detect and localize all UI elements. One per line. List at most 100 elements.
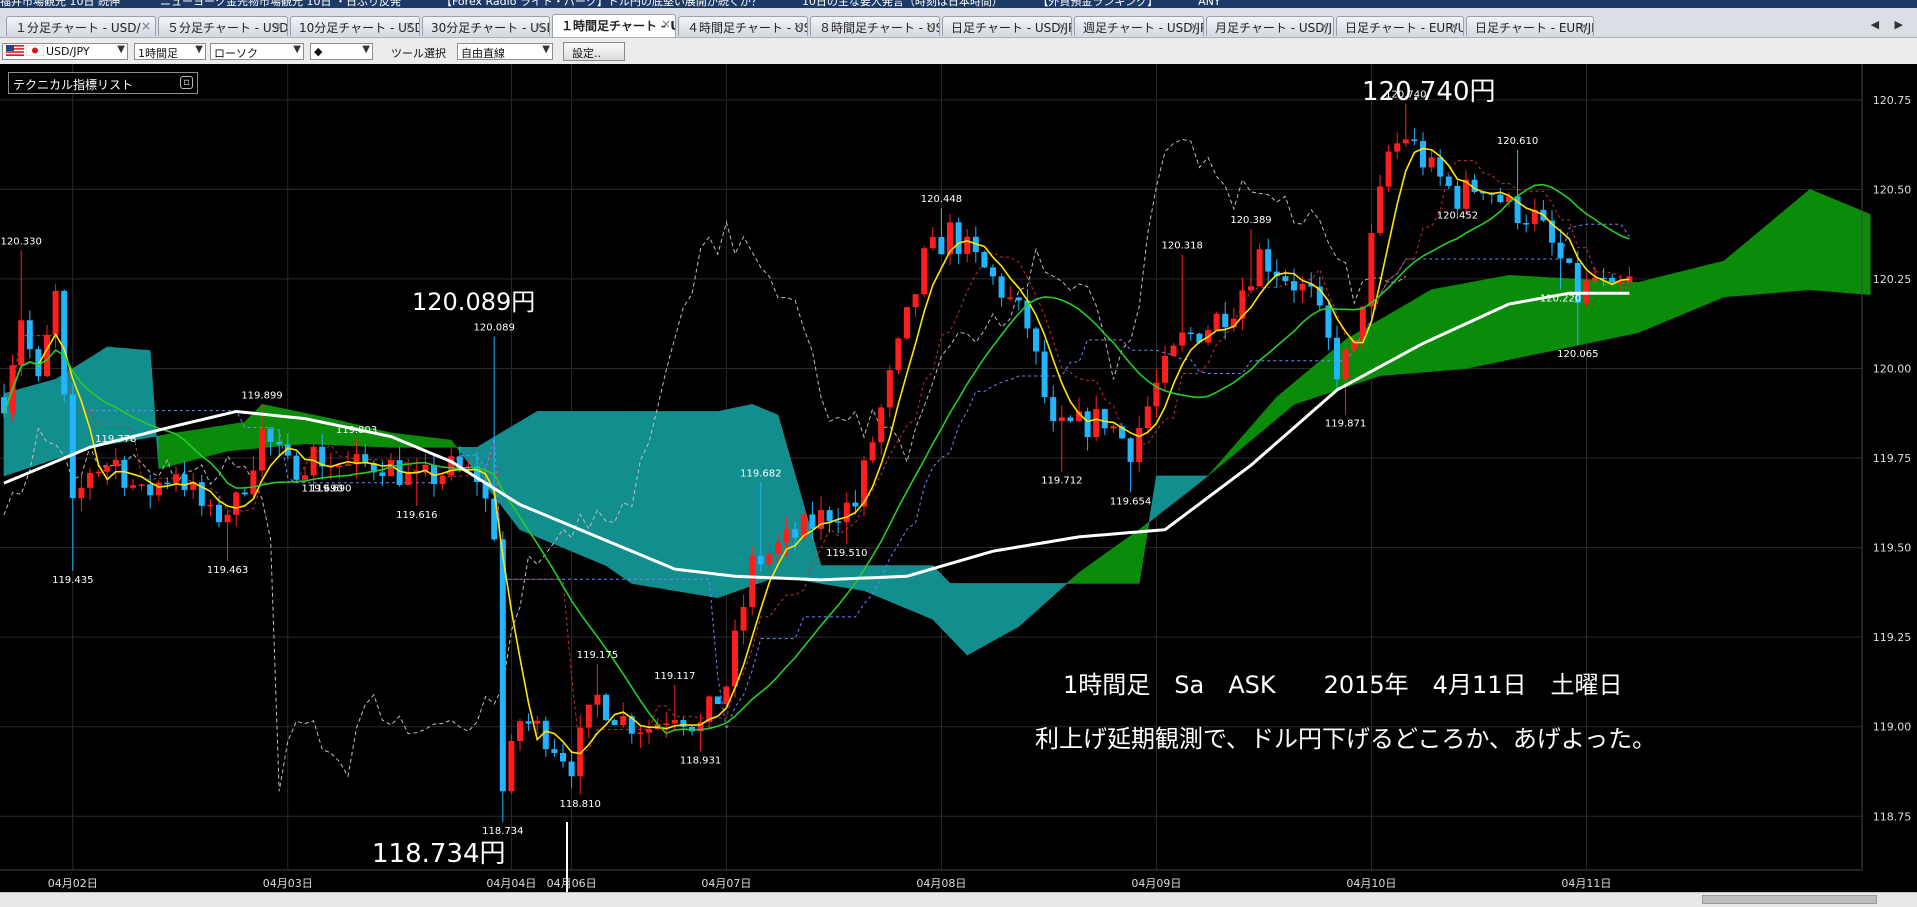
ichimoku-cloud-segment bbox=[1121, 535, 1131, 584]
ichimoku-cloud-segment bbox=[872, 565, 882, 599]
ichimoku-cloud-segment bbox=[1723, 253, 1733, 298]
settings-button[interactable]: 設定.. bbox=[563, 42, 625, 61]
close-icon[interactable]: × bbox=[661, 17, 671, 31]
chevron-down-icon: ▼ bbox=[117, 44, 125, 55]
moving-average-mid bbox=[3, 183, 1630, 735]
time-axis-tick-label: 04月09日 bbox=[1131, 877, 1181, 890]
candle-body bbox=[990, 267, 996, 277]
price-chart[interactable]: 120.330 119.435 119.778 119.463 119.899 119.6… bbox=[0, 64, 1917, 893]
ichimoku-cloud-segment bbox=[1826, 196, 1837, 293]
chart-tab[interactable]: １時間足チャート - US × bbox=[552, 14, 676, 37]
close-icon[interactable]: × bbox=[1449, 19, 1459, 33]
candle-body bbox=[525, 721, 532, 724]
ichimoku-cloud-segment bbox=[863, 565, 873, 595]
ichimoku-cloud-segment bbox=[115, 347, 125, 444]
price-label: 119.712 bbox=[1041, 476, 1082, 487]
drawing-tool-select[interactable]: 自由直線 ▼ bbox=[457, 43, 553, 60]
ichimoku-cloud-segment bbox=[1027, 583, 1037, 620]
ichimoku-cloud-segment bbox=[519, 416, 529, 534]
close-icon[interactable]: × bbox=[273, 19, 283, 33]
ichimoku-cloud-segment bbox=[726, 407, 736, 596]
candle-body bbox=[1377, 186, 1383, 234]
ichimoku-cloud-segment bbox=[1293, 375, 1303, 405]
close-icon[interactable]: × bbox=[793, 19, 803, 33]
ichimoku-cloud-segment bbox=[1732, 246, 1742, 297]
price-label: 120.610 bbox=[1497, 136, 1538, 147]
chart-tab[interactable]: 日足チャート - EUR/US × bbox=[1336, 16, 1464, 36]
news-ticker[interactable]: 福井市場観光 10日 続伸 ニューヨーク金先物市場観光 10日 ・日ぶり反発 【Fo… bbox=[0, 0, 1917, 8]
close-icon[interactable]: × bbox=[405, 19, 415, 33]
chart-area[interactable]: 120.330 119.435 119.778 119.463 119.899 119.6… bbox=[0, 64, 1917, 907]
ichimoku-cloud-segment bbox=[1844, 203, 1854, 294]
close-icon[interactable]: × bbox=[141, 19, 151, 33]
tab-scroll-arrows[interactable]: ◀ ▶ bbox=[1871, 18, 1909, 31]
currency-pair-select[interactable]: USD/JPY ▼ bbox=[2, 43, 128, 60]
ichimoku-cloud-segment bbox=[579, 411, 590, 559]
close-icon[interactable]: × bbox=[1189, 19, 1199, 33]
tab-label: １分足チャート - USD/ bbox=[15, 21, 141, 35]
ticker-item[interactable]: ニューヨーク金先物市場観光 10日 ・日ぶり反発 bbox=[160, 0, 401, 8]
ichimoku-cloud-segment bbox=[1224, 445, 1235, 463]
candle-body bbox=[826, 510, 833, 522]
chart-tab[interactable]: 30分足チャート - USD, × bbox=[422, 16, 550, 36]
ichimoku-cloud-segment bbox=[1809, 188, 1819, 291]
ichimoku-cloud-segment bbox=[1095, 553, 1106, 584]
ichimoku-cloud-segment bbox=[416, 435, 426, 448]
chart-tab[interactable]: 月足チャート - USD/JP × bbox=[1206, 16, 1334, 36]
close-icon[interactable]: × bbox=[535, 19, 545, 33]
ichimoku-cloud-segment bbox=[1465, 281, 1475, 369]
ticker-item[interactable]: 【外貨預金ランキング】 bbox=[1043, 0, 1158, 8]
ichimoku-cloud-segment bbox=[511, 421, 521, 531]
ichimoku-cloud-segment bbox=[38, 381, 48, 465]
candle-body bbox=[895, 338, 902, 371]
price-label: 119.435 bbox=[52, 575, 93, 586]
candle-body bbox=[964, 236, 971, 254]
ichimoku-cloud-segment bbox=[1646, 277, 1656, 330]
candle-body bbox=[293, 455, 300, 480]
chart-tab[interactable]: 日足チャート - EUR/JP × bbox=[1466, 16, 1594, 36]
ichimoku-cloud-segment bbox=[984, 583, 994, 647]
chart-tab[interactable]: １分足チャート - USD/× bbox=[6, 16, 156, 36]
ichimoku-cloud-segment bbox=[691, 411, 701, 596]
ichimoku-cloud-segment bbox=[1491, 276, 1501, 364]
ticker-item[interactable]: 【Forex Radio ライト・パーク】ドル円の底堅い展開が続くか？ bbox=[441, 0, 762, 8]
chart-tab[interactable]: ５分足チャート - USD/× bbox=[158, 16, 288, 36]
candle-body bbox=[224, 514, 231, 523]
ticker-item[interactable]: 福井市場観光 10日 続伸 bbox=[0, 0, 120, 8]
technical-indicator-list[interactable]: テクニカル指標リスト ▫ bbox=[8, 72, 198, 94]
chart-tab[interactable]: ８時間足チャート - US × bbox=[810, 16, 940, 36]
close-icon[interactable]: × bbox=[925, 19, 935, 33]
candle-body bbox=[35, 349, 42, 377]
close-icon[interactable]: × bbox=[1579, 19, 1589, 33]
chart-style-select[interactable]: ローソク ▼ bbox=[210, 43, 304, 60]
chart-tab[interactable]: 10分足チャート - USD, × bbox=[290, 16, 420, 36]
ichimoku-cloud-segment bbox=[992, 583, 1002, 642]
candle-body bbox=[852, 502, 859, 507]
chart-tab[interactable]: 日足チャート - USD/JP × bbox=[942, 16, 1072, 36]
chart-horizontal-scrollbar[interactable] bbox=[0, 892, 1917, 907]
time-axis-tick-label: 04月06日 bbox=[547, 877, 597, 890]
price-axis-tick-label: 120.50 bbox=[1873, 183, 1912, 196]
candle-body bbox=[1282, 276, 1289, 282]
close-icon[interactable]: × bbox=[1057, 19, 1067, 33]
ichimoku-cloud-segment bbox=[1766, 217, 1776, 294]
chart-tab[interactable]: ４時間足チャート - US × bbox=[678, 16, 808, 36]
ichimoku-cloud-segment bbox=[1715, 260, 1725, 301]
scrollbar-thumb[interactable] bbox=[1702, 895, 1877, 904]
timeframe-select[interactable]: 1時間足 ▼ bbox=[134, 43, 206, 60]
ticker-item[interactable]: ANY bbox=[1198, 0, 1220, 8]
close-icon[interactable]: × bbox=[1319, 19, 1329, 33]
ichimoku-cloud-segment bbox=[1104, 547, 1114, 584]
ichimoku-cloud-segment bbox=[502, 426, 512, 520]
candle-body bbox=[585, 704, 592, 728]
marker-select[interactable]: ◆ ▼ bbox=[310, 43, 373, 60]
candle-body bbox=[732, 630, 738, 687]
chart-tab[interactable]: 週足チャート - USD/JP × bbox=[1074, 16, 1204, 36]
ticker-item[interactable]: 10日の主な要人発言（時刻は日本時間） bbox=[802, 0, 1003, 8]
ichimoku-cloud-segment bbox=[1130, 529, 1140, 584]
candle-body bbox=[1299, 283, 1306, 291]
tab-label: 30分足チャート - USD, bbox=[431, 21, 550, 35]
candle-body bbox=[499, 539, 506, 792]
ichimoku-cloud-segment bbox=[244, 412, 254, 450]
collapse-icon[interactable]: ▫ bbox=[180, 76, 193, 89]
